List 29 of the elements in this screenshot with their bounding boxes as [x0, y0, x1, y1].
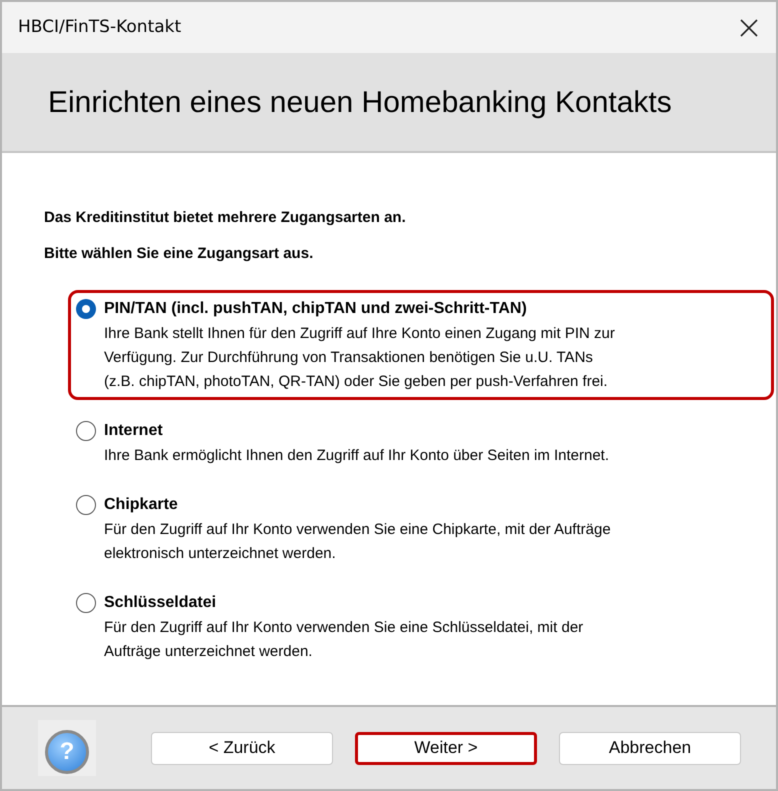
close-icon: [739, 18, 759, 38]
access-option[interactable]: Internet Ihre Bank ermöglicht Ihnen den Zugriff auf Ihr Konto über Seiten im Internet.: [68, 412, 774, 474]
radio-button[interactable]: [76, 299, 96, 319]
option-label: Internet: [104, 421, 164, 441]
option-description: elektronisch unterzeichnet werden.: [104, 544, 337, 564]
option-description: Für den Zugriff auf Ihr Konto verwenden Sie eine Schlüsseldatei, mit der: [104, 618, 584, 638]
option-label: Chipkarte: [104, 495, 179, 515]
instruction-text: Bitte wählen Sie eine Zugangsart aus.: [43, 244, 314, 264]
option-description: Für den Zugriff auf Ihr Konto verwenden Sie eine Chipkarte, mit der Aufträge: [104, 520, 611, 540]
option-description: Verfügung. Zur Durchführung von Transaktionen benötigen Sie u.U. TANs: [104, 348, 594, 368]
option-description: Aufträge unterzeichnet werden.: [104, 642, 314, 662]
page-title: Einrichten eines neuen Homebanking Kontakts: [48, 84, 672, 120]
radio-button[interactable]: [76, 593, 96, 613]
option-description: (z.B. chipTAN, photoTAN, QR-TAN) oder Sie geben per push-Verfahren frei.: [104, 372, 609, 392]
access-option[interactable]: Schlüsseldatei Für den Zugriff auf Ihr Konto verwenden Sie eine Schlüsseldatei, mit der Aufträge unterzeichnet werden.: [68, 584, 774, 670]
nav-button[interactable]: Abbrechen: [559, 732, 741, 764]
nav-button[interactable]: Weiter >: [355, 732, 537, 764]
nav-button[interactable]: < Zurück: [151, 732, 333, 764]
option-description: Ihre Bank stellt Ihnen für den Zugriff auf Ihre Konto einen Zugang mit PIN zur: [104, 324, 615, 344]
help-icon: ?: [45, 730, 89, 774]
radio-button[interactable]: [76, 495, 96, 515]
instruction-text: Das Kreditinstitut bietet mehrere Zugangsarten an.: [43, 208, 407, 228]
access-option[interactable]: Chipkarte Für den Zugriff auf Ihr Konto verwenden Sie eine Chipkarte, mit der Aufträge elektronisch unterzeichnet werden.: [68, 486, 774, 572]
option-label: PIN/TAN (incl. pushTAN, chipTAN und zwei-Schritt-TAN): [104, 299, 528, 319]
access-option[interactable]: [68, 290, 774, 400]
window-title: HBCI/FinTS-Kontakt: [18, 16, 182, 39]
option-label: Schlüsseldatei: [104, 593, 218, 613]
radio-button[interactable]: [76, 421, 96, 441]
option-description: Ihre Bank ermöglicht Ihnen den Zugriff auf Ihr Konto über Seiten im Internet.: [104, 446, 610, 466]
